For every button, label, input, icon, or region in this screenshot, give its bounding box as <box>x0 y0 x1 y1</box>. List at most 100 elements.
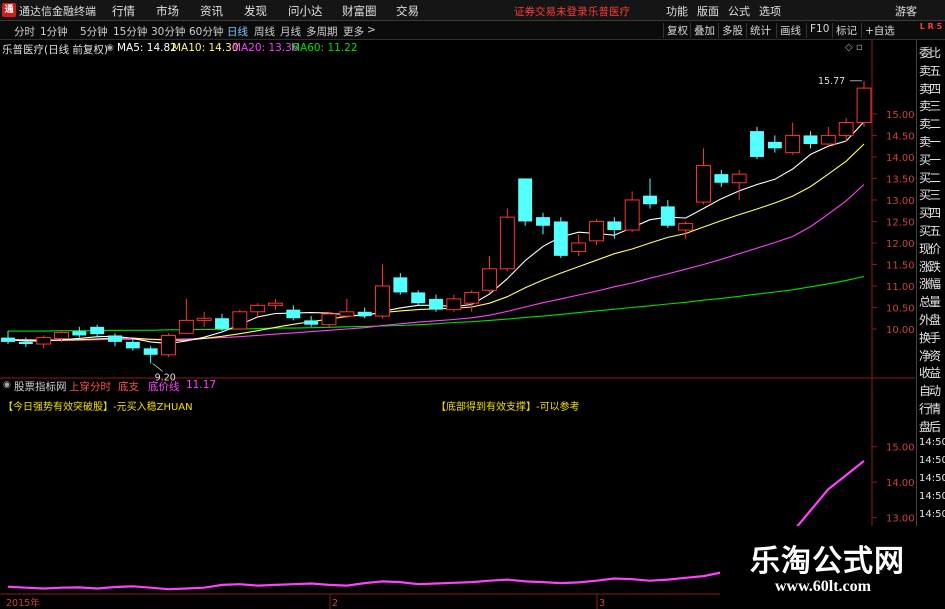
candle-body <box>553 221 568 256</box>
period-more-arrow-icon[interactable]: > <box>367 24 376 36</box>
candle-body <box>607 221 622 231</box>
ma60-label: MA60: 11.22 <box>291 42 358 54</box>
chart-title: 乐普医疗(日线 前复权) <box>2 44 109 56</box>
side-panel-item: 卖三 <box>919 99 941 114</box>
lr-indicator: L R 5 <box>919 22 943 31</box>
period-30min[interactable]: 30分钟 <box>151 24 185 39</box>
period-timeshare[interactable]: 分时 <box>14 24 35 39</box>
side-panel-item: 14:50 <box>919 491 945 503</box>
main-axis-label: 12.50 <box>886 217 915 228</box>
toolbar-f10-button[interactable]: F10 <box>806 23 832 38</box>
candle <box>429 294 443 312</box>
candle <box>660 199 675 228</box>
candle <box>607 217 622 239</box>
x-axis-label: 2 <box>332 598 338 609</box>
period-60min[interactable]: 60分钟 <box>189 24 223 39</box>
candle <box>1 331 15 345</box>
candle <box>750 126 764 160</box>
menu-item-quotes[interactable]: 行情 <box>112 3 135 19</box>
period-5min[interactable]: 5分钟 <box>80 24 108 39</box>
menu-item-function[interactable]: 功能 <box>666 3 688 19</box>
candle-body <box>750 131 764 157</box>
candle <box>464 290 480 312</box>
indicator-line-name: 底价线 <box>148 381 180 393</box>
candle-body <box>232 311 248 330</box>
candle-body <box>108 335 122 342</box>
chart-option-icon[interactable]: ◇ ▫ <box>845 42 863 53</box>
side-panel-item: 14:50 <box>919 509 945 521</box>
main-axis-label: 15.00 <box>886 110 915 121</box>
side-panel-item: 卖五 <box>919 63 941 78</box>
period-1min[interactable]: 1分钟 <box>40 24 68 39</box>
sub-axis-label: 13.00 <box>886 514 915 525</box>
period-daily[interactable]: 日线 <box>227 24 248 39</box>
candle <box>678 221 694 239</box>
side-panel-item[interactable]: 自动 <box>919 382 945 399</box>
menu-item-formula[interactable]: 公式 <box>728 3 750 19</box>
indicator-name: 上穿分时 <box>69 381 111 393</box>
sub-axis-label: 15.00 <box>886 443 915 454</box>
candle <box>375 264 390 319</box>
candle-body <box>250 304 266 313</box>
kline-chart[interactable]: 15.00 14.50 14.00 13.50 13.00 12.50 12.00 11.50… <box>0 40 915 609</box>
candle-body <box>268 302 283 306</box>
ma5-label: MA5: 14.82 <box>117 42 177 54</box>
toolbar-multi-button[interactable]: 多股 <box>718 23 746 38</box>
side-panel-item: 涨幅 <box>919 277 941 292</box>
candle <box>589 219 604 246</box>
candle-body <box>321 313 337 326</box>
candle-body <box>429 298 443 310</box>
signal-breakout: 【今日强势有效突破股】-元买入稳ZHUAN <box>3 402 193 413</box>
candle-body <box>90 326 105 335</box>
side-panel-item[interactable]: 盘后 <box>919 418 945 435</box>
menu-item-wealth[interactable]: 财富圈 <box>342 3 377 19</box>
period-monthly[interactable]: 月线 <box>280 24 301 39</box>
candle-body <box>339 311 355 317</box>
candle-body <box>393 277 408 293</box>
period-more[interactable]: 更多 <box>343 24 364 39</box>
side-panel-item[interactable]: 行情 <box>919 400 945 417</box>
toolbar-stats-button[interactable]: 统计 <box>746 23 774 38</box>
candle-body <box>446 298 462 311</box>
watermark: 乐淘公式网 www.60lt.com <box>720 526 945 609</box>
candle <box>215 313 229 332</box>
chart-settings-icon[interactable]: ◉ <box>106 43 114 53</box>
toolbar-draw-button[interactable]: 画线 <box>776 23 804 38</box>
period-multi[interactable]: 多周期 <box>306 24 338 39</box>
side-panel-item: 买四 <box>919 206 941 221</box>
toolbar-mark-button[interactable]: 标记 <box>832 23 860 38</box>
candle-body <box>696 165 711 203</box>
period-weekly[interactable]: 周线 <box>254 24 275 39</box>
indicator-settings-icon[interactable]: ◉ <box>3 380 11 390</box>
low-marker-line <box>152 363 163 372</box>
side-panel-item: 现价 <box>919 241 941 256</box>
trade-login-alert[interactable]: 证券交易未登录 <box>514 4 588 19</box>
candle-body <box>178 319 194 334</box>
current-stock-name: 乐普医疗 <box>588 6 630 18</box>
candle-body <box>375 285 390 317</box>
candle <box>820 126 836 147</box>
candle-body <box>36 337 52 345</box>
menu-item-discover[interactable]: 发现 <box>244 3 267 19</box>
candle <box>72 326 87 338</box>
guest-user-label[interactable]: 游客 <box>895 3 917 19</box>
toolbar-adjust-button[interactable]: 复权 <box>663 23 691 38</box>
menu-item-layout[interactable]: 版面 <box>697 3 719 19</box>
menu-item-market[interactable]: 市场 <box>156 3 179 19</box>
candle <box>196 311 212 327</box>
menu-item-news[interactable]: 资讯 <box>200 3 223 19</box>
candle-body <box>54 331 69 339</box>
toolbar-favorite-button[interactable]: +自选 <box>861 23 898 38</box>
menu-item-ask[interactable]: 问小达 <box>288 3 323 19</box>
app-title: 通达信金融终端 <box>19 5 96 18</box>
toolbar-overlay-button[interactable]: 叠加 <box>690 23 718 38</box>
candle-body <box>72 331 87 336</box>
candle <box>339 298 355 319</box>
candle-body <box>215 318 229 329</box>
period-bar: 分时 1分钟 5分钟 15分钟 30分钟 60分钟 日线 周线 月线 多周期 更… <box>0 21 945 40</box>
period-15min[interactable]: 15分钟 <box>113 24 147 39</box>
menu-item-options[interactable]: 选项 <box>759 3 781 19</box>
menu-item-trade[interactable]: 交易 <box>396 3 419 19</box>
app-logo-icon: 通 <box>2 3 16 17</box>
candle <box>553 217 568 259</box>
